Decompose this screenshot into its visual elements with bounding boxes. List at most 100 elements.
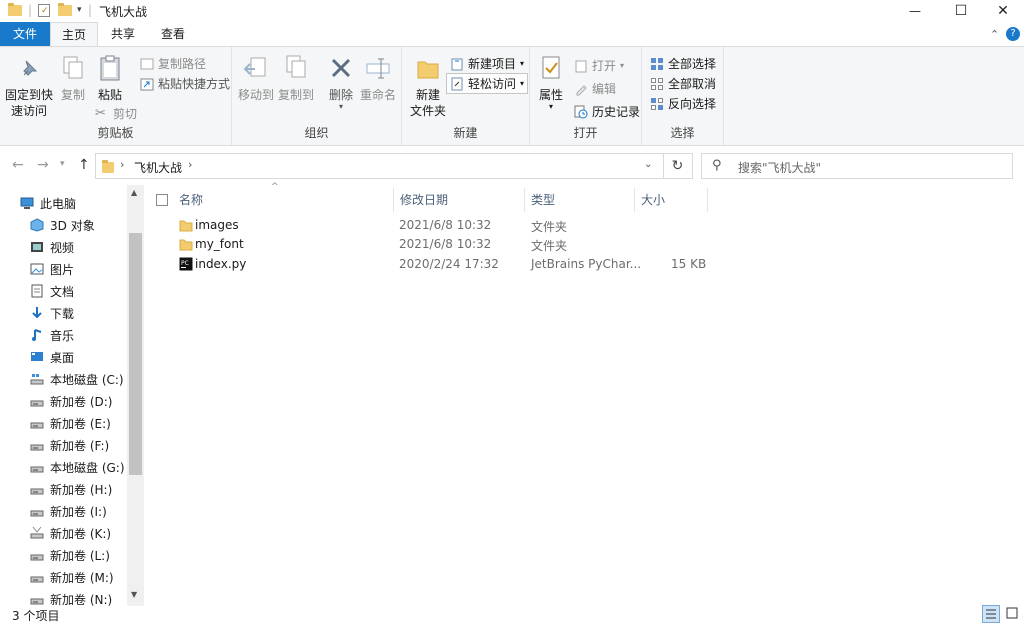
pycharm-file-icon: PC [179,257,193,274]
help-icon[interactable]: ? [1006,27,1020,41]
tab-home[interactable]: 主页 [50,22,98,47]
column-header-modified[interactable]: 修改日期 [394,188,525,212]
file-row[interactable]: images 2021/6/8 10:32 文件夹 [175,216,715,236]
new-item-button[interactable]: 新建项目 ▾ [450,55,524,72]
easy-access-button[interactable]: 轻松访问 ▾ [446,73,529,94]
select-all-checkbox[interactable] [156,194,168,206]
nav-item[interactable]: 此电脑 [20,192,76,214]
nav-item[interactable]: 新加卷 (I:) [30,500,107,522]
copy-path-button[interactable]: 复制路径 [140,55,206,72]
move-to-button[interactable]: 移动到 [236,53,276,103]
nav-item[interactable]: 3D 对象 [30,214,95,236]
nav-item[interactable]: 本地磁盘 (C:) [30,368,124,390]
close-button[interactable]: ✕ [980,0,1024,22]
nav-item[interactable]: 桌面 [30,346,74,368]
rename-button[interactable]: 重命名 [358,53,398,103]
refresh-button[interactable]: ↻ [663,153,693,179]
nav-item[interactable]: 新加卷 (E:) [30,412,111,434]
address-bar[interactable]: › 飞机大战 › ⌄ [95,153,664,179]
properties-button[interactable]: 属性 ▾ [534,53,568,111]
breadcrumb-current[interactable]: 飞机大战 [134,159,182,176]
file-modified: 2020/2/24 17:32 [399,257,499,271]
breadcrumb-separator-icon[interactable]: › [120,158,124,171]
tab-share[interactable]: 共享 [98,22,148,46]
paste-label: 粘贴 [97,88,122,102]
delete-button[interactable]: 删除 ▾ [324,53,358,111]
new-group-label: 新建 [453,126,478,140]
nav-item[interactable]: 新加卷 (F:) [30,434,109,456]
pin-label-1: 固定到快 [4,88,53,102]
nav-scrollbar-thumb[interactable] [129,233,142,475]
collapse-ribbon-icon[interactable]: ⌃ [990,28,999,41]
select-all-button[interactable]: 全部选择 [650,55,716,72]
column-header-type[interactable]: 类型 [525,188,635,212]
properties-quick-icon[interactable]: ✓ [38,4,50,17]
column-header-name[interactable]: 名称 [173,188,394,212]
nav-item[interactable]: 音乐 [30,324,74,346]
nav-scrollbar[interactable]: ▲ ▼ [127,185,144,606]
details-view-icon[interactable] [982,605,1000,623]
scroll-down-icon[interactable]: ▼ [131,590,137,599]
tab-view[interactable]: 查看 [148,22,198,46]
nav-item[interactable]: 新加卷 (M:) [30,566,114,588]
file-type: 文件夹 [531,239,568,253]
search-icon: ⚲ [712,158,722,173]
back-arrow-icon[interactable]: ← [12,157,24,173]
copy-button[interactable]: 复制 [56,53,90,103]
organize-group-label: 组织 [304,126,329,140]
properties-dropdown-icon[interactable]: ▾ [534,103,568,111]
edit-button[interactable]: 编辑 [574,80,616,97]
file-row[interactable]: my_font 2021/6/8 10:32 文件夹 [175,235,715,255]
separator: | [28,3,33,17]
copy-to-button[interactable]: 复制到 [276,53,316,103]
file-row[interactable]: PC index.py 2020/2/24 17:32 JetBrains PyCha… [175,255,715,275]
cut-button[interactable]: ✂ 剪切 [95,105,137,122]
paste-shortcut-button[interactable]: 粘贴快捷方式 [140,75,230,92]
paste-button[interactable]: 粘贴 [92,53,128,103]
nav-item[interactable]: 新加卷 (H:) [30,478,112,500]
desktop-icon [30,350,44,364]
rename-icon [363,53,393,83]
delete-dropdown-icon[interactable]: ▾ [324,103,358,111]
address-dropdown-icon[interactable]: ⌄ [644,159,652,170]
open-label: 打开 [592,59,617,73]
nav-item[interactable]: 新加卷 (L:) [30,544,110,566]
nav-item-label: 本地磁盘 (C:) [50,372,124,387]
invert-selection-label: 反向选择 [668,97,717,111]
select-none-button[interactable]: 全部取消 [650,75,716,92]
nav-item-label: 新加卷 (D:) [50,394,113,409]
new-folder-button[interactable]: 新建 文件夹 [406,53,450,119]
search-box[interactable]: ⚲ 搜索"飞机大战" [701,153,1013,179]
nav-item[interactable]: 文档 [30,280,74,302]
column-header-size[interactable]: 大小 [635,188,708,212]
up-arrow-icon[interactable]: ↑ [78,157,90,173]
clipboard-group: 固定到快 速访问 复制 粘贴 复制路径 粘贴快捷方式 ✂ 剪切 剪贴板 [0,47,232,145]
nav-item[interactable]: 新加卷 (D:) [30,390,112,412]
nav-item[interactable]: 图片 [30,258,74,280]
breadcrumb-separator-icon[interactable]: › [188,158,192,171]
customize-toolbar-icon[interactable]: ▾ [77,5,82,15]
file-name: images [195,218,239,232]
nav-item[interactable]: 新加卷 (K:) [30,522,111,544]
new-folder-label-2: 文件夹 [409,104,446,118]
copy-label: 复制 [60,88,85,102]
forward-arrow-icon[interactable]: → [37,157,49,173]
large-icons-view-icon[interactable] [1004,605,1022,623]
svg-text:PC: PC [181,260,189,267]
scroll-up-icon[interactable]: ▲ [131,188,137,197]
minimize-button[interactable]: — [892,0,938,22]
nav-item[interactable]: 视频 [30,236,74,258]
ribbon-tabs: 文件 主页 共享 查看 [0,22,1024,47]
tab-file[interactable]: 文件 [0,22,50,46]
history-button[interactable]: 历史记录 [574,103,640,120]
nav-item[interactable]: 本地磁盘 (G:) [30,456,125,478]
new-item-label: 新建项目 [468,57,517,71]
recent-locations-chevron-icon[interactable]: ▾ [60,159,65,169]
nav-item[interactable]: 下载 [30,302,74,324]
paste-shortcut-icon [140,77,154,91]
open-button[interactable]: 打开 ▾ [574,57,624,74]
invert-selection-button[interactable]: 反向选择 [650,95,716,112]
pin-quick-access-button[interactable]: 固定到快 速访问 [4,53,54,119]
computer-icon [20,196,34,210]
maximize-button[interactable]: ☐ [938,0,984,22]
